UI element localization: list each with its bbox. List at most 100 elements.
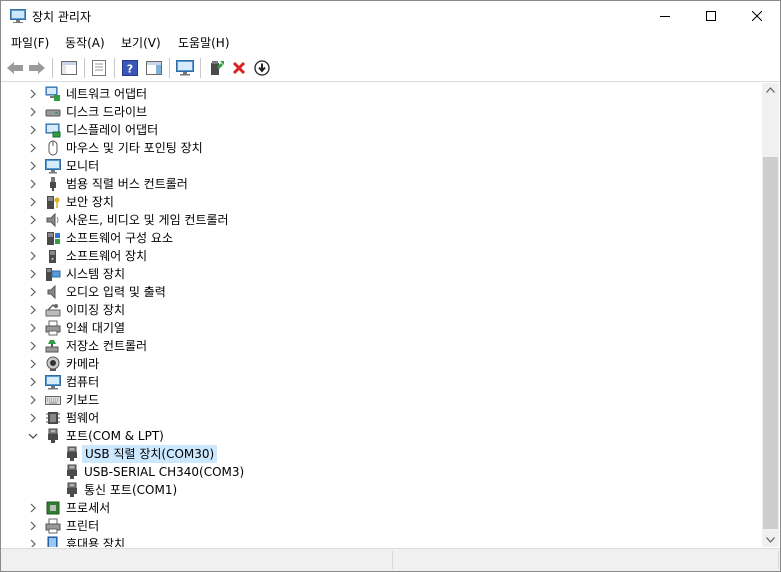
tree-category-22[interactable]: 휴대용 장치: [1, 535, 762, 547]
tree-category-label[interactable]: 휴대용 장치: [64, 536, 127, 547]
scan-hardware-button[interactable]: [174, 57, 196, 79]
tree-category-label[interactable]: 범용 직렬 버스 컨트롤러: [64, 176, 190, 192]
chevron-right-icon[interactable]: [28, 412, 38, 424]
tree-category-14[interactable]: 저장소 컨트롤러: [1, 337, 762, 355]
chevron-right-icon[interactable]: [28, 376, 38, 388]
chevron-right-icon[interactable]: [28, 250, 38, 262]
menu-action[interactable]: 동작(A): [63, 34, 107, 51]
chevron-right-icon[interactable]: [28, 538, 38, 547]
tree-device-0[interactable]: USB 직렬 장치(COM30): [1, 445, 762, 463]
chevron-right-icon[interactable]: [28, 286, 38, 298]
chevron-down-icon[interactable]: [28, 430, 38, 442]
chevron-right-icon[interactable]: [28, 196, 38, 208]
tree-category-2[interactable]: 디스플레이 어댑터: [1, 121, 762, 139]
help-button[interactable]: ?: [119, 57, 141, 79]
scroll-up-icon[interactable]: [766, 87, 775, 93]
disable-device-button[interactable]: [251, 57, 273, 79]
tree-category-label[interactable]: 컴퓨터: [64, 374, 101, 390]
chevron-right-icon[interactable]: [28, 88, 38, 100]
tree-category-label[interactable]: 키보드: [64, 392, 101, 408]
properties-button[interactable]: [88, 57, 110, 79]
tree-device-label[interactable]: USB-SERIAL CH340(COM3): [82, 464, 246, 480]
menu-help[interactable]: 도움말(H): [176, 34, 232, 51]
tree-category-label[interactable]: 모니터: [64, 158, 101, 174]
tree-category-label[interactable]: 시스템 장치: [64, 266, 127, 282]
tree-category-16[interactable]: 컴퓨터: [1, 373, 762, 391]
chevron-right-icon[interactable]: [28, 520, 38, 532]
tree-category-label[interactable]: 저장소 컨트롤러: [64, 338, 149, 354]
tree-device-label[interactable]: 통신 포트(COM1): [82, 482, 179, 498]
tree-category-label[interactable]: 펌웨어: [64, 410, 101, 426]
chevron-right-icon[interactable]: [28, 232, 38, 244]
chevron-right-icon[interactable]: [28, 358, 38, 370]
tree-category-label[interactable]: 디스플레이 어댑터: [64, 122, 160, 138]
tree-category-label[interactable]: 소프트웨어 구성 요소: [64, 230, 175, 246]
chevron-right-icon[interactable]: [28, 340, 38, 352]
tree-category-label[interactable]: 프린터: [64, 518, 101, 534]
scrollbar-thumb[interactable]: [763, 157, 778, 529]
maximize-button[interactable]: [688, 1, 734, 31]
chevron-right-icon[interactable]: [28, 214, 38, 226]
chevron-right-icon[interactable]: [28, 304, 38, 316]
tree-category-17[interactable]: 키보드: [1, 391, 762, 409]
back-button[interactable]: [4, 57, 26, 79]
close-button[interactable]: [734, 1, 780, 31]
tree-category-label[interactable]: 네트워크 어댑터: [64, 86, 149, 102]
toolbar-separator: [169, 58, 170, 78]
chevron-right-icon[interactable]: [28, 394, 38, 406]
tree-category-5[interactable]: 범용 직렬 버스 컨트롤러: [1, 175, 762, 193]
scroll-down-icon[interactable]: [766, 537, 775, 543]
tree-category-13[interactable]: 인쇄 대기열: [1, 319, 762, 337]
tree-category-12[interactable]: 이미징 장치: [1, 301, 762, 319]
show-hide-console-tree-button[interactable]: [58, 57, 80, 79]
tree-category-19[interactable]: 포트(COM & LPT): [1, 427, 762, 445]
tree-category-3[interactable]: 마우스 및 기타 포인팅 장치: [1, 139, 762, 157]
tree-category-label[interactable]: 카메라: [64, 356, 101, 372]
tree-category-10[interactable]: 시스템 장치: [1, 265, 762, 283]
tree-category-label[interactable]: 포트(COM & LPT): [64, 428, 166, 444]
tree-category-15[interactable]: 카메라: [1, 355, 762, 373]
arrow-right-icon: [29, 62, 45, 74]
tree-category-9[interactable]: 소프트웨어 장치: [1, 247, 762, 265]
device-tree[interactable]: 네트워크 어댑터디스크 드라이브디스플레이 어댑터마우스 및 기타 포인팅 장치…: [1, 83, 762, 547]
forward-button[interactable]: [26, 57, 48, 79]
chevron-right-icon[interactable]: [28, 178, 38, 190]
tree-category-18[interactable]: 펌웨어: [1, 409, 762, 427]
tree-category-label[interactable]: 소프트웨어 장치: [64, 248, 149, 264]
tree-category-0[interactable]: 네트워크 어댑터: [1, 85, 762, 103]
chevron-right-icon[interactable]: [28, 322, 38, 334]
tree-category-label[interactable]: 보안 장치: [64, 194, 116, 210]
selected-device-label[interactable]: USB 직렬 장치(COM30): [82, 445, 218, 463]
uninstall-device-button[interactable]: [228, 57, 250, 79]
chevron-right-icon[interactable]: [28, 142, 38, 154]
action-pane-button[interactable]: [143, 57, 165, 79]
tree-category-11[interactable]: 오디오 입력 및 출력: [1, 283, 762, 301]
minimize-button[interactable]: [642, 1, 688, 31]
tree-device-2[interactable]: 통신 포트(COM1): [1, 481, 762, 499]
chevron-right-icon[interactable]: [28, 160, 38, 172]
tree-category-label[interactable]: 프로세서: [64, 500, 112, 516]
tree-category-8[interactable]: 소프트웨어 구성 요소: [1, 229, 762, 247]
tree-category-20[interactable]: 프로세서: [1, 499, 762, 517]
vertical-scrollbar[interactable]: [762, 83, 779, 547]
tree-category-label[interactable]: 마우스 및 기타 포인팅 장치: [64, 140, 205, 156]
tree-device-1[interactable]: USB-SERIAL CH340(COM3): [1, 463, 762, 481]
chevron-right-icon[interactable]: [28, 124, 38, 136]
tree-category-6[interactable]: 보안 장치: [1, 193, 762, 211]
chevron-right-icon[interactable]: [28, 106, 38, 118]
tree-category-label[interactable]: 오디오 입력 및 출력: [64, 284, 168, 300]
tree-category-21[interactable]: 프린터: [1, 517, 762, 535]
menu-view[interactable]: 보기(V): [119, 34, 163, 51]
tree-category-4[interactable]: 모니터: [1, 157, 762, 175]
chevron-right-icon[interactable]: [28, 502, 38, 514]
tree-category-label[interactable]: 인쇄 대기열: [64, 320, 127, 336]
tree-category-label[interactable]: 사운드, 비디오 및 게임 컨트롤러: [64, 212, 231, 228]
tree-category-label[interactable]: 디스크 드라이브: [64, 104, 149, 120]
console-tree-icon: [61, 61, 77, 75]
menu-file[interactable]: 파일(F): [9, 34, 51, 51]
update-driver-button[interactable]: [205, 57, 227, 79]
tree-category-7[interactable]: 사운드, 비디오 및 게임 컨트롤러: [1, 211, 762, 229]
chevron-right-icon[interactable]: [28, 268, 38, 280]
tree-category-1[interactable]: 디스크 드라이브: [1, 103, 762, 121]
tree-category-label[interactable]: 이미징 장치: [64, 302, 127, 318]
